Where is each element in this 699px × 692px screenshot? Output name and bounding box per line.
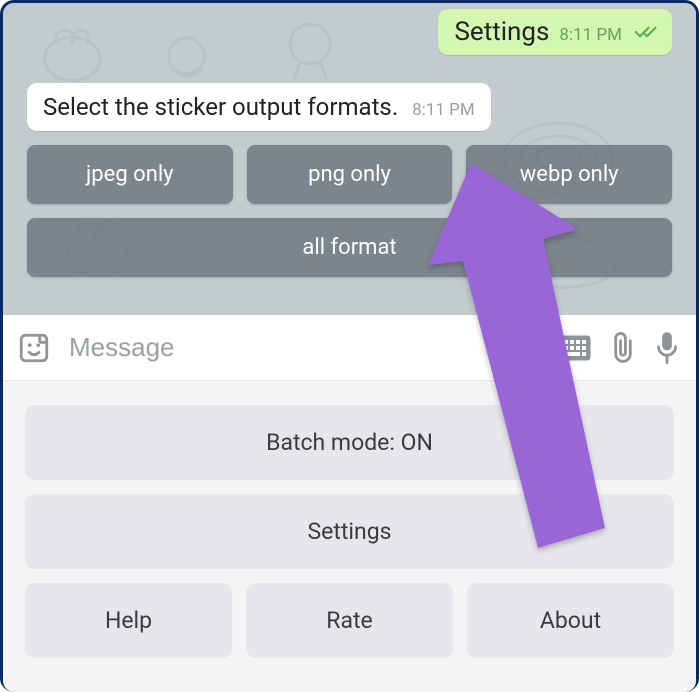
read-ticks-icon (634, 24, 658, 40)
inline-button-all-format[interactable]: all format (27, 218, 672, 277)
incoming-message-text: Select the sticker output formats. (43, 93, 398, 121)
reply-button-about[interactable]: About (467, 583, 674, 658)
message-input[interactable] (67, 328, 536, 367)
inline-keyboard: jpeg only png only webp only all format (27, 131, 672, 277)
attach-icon[interactable] (608, 331, 638, 365)
incoming-message-bubble[interactable]: Select the sticker output formats. 8:11 … (27, 83, 491, 131)
reply-button-batch-mode[interactable]: Batch mode: ON (25, 405, 674, 480)
keyboard-toggle-icon[interactable] (552, 334, 592, 362)
outgoing-message-text: Settings (454, 17, 549, 47)
inline-button-png-only[interactable]: png only (247, 145, 453, 204)
reply-button-rate[interactable]: Rate (246, 583, 453, 658)
inline-button-webp-only[interactable]: webp only (466, 145, 672, 204)
microphone-icon[interactable] (654, 331, 680, 365)
incoming-message-time: 8:11 PM (412, 100, 475, 120)
sticker-icon[interactable] (17, 331, 51, 365)
reply-button-settings[interactable]: Settings (25, 494, 674, 569)
outgoing-message-time: 8:11 PM (559, 25, 622, 45)
outgoing-message-bubble[interactable]: Settings 8:11 PM (438, 9, 672, 55)
inline-button-jpeg-only[interactable]: jpeg only (27, 145, 233, 204)
reply-button-help[interactable]: Help (25, 583, 232, 658)
